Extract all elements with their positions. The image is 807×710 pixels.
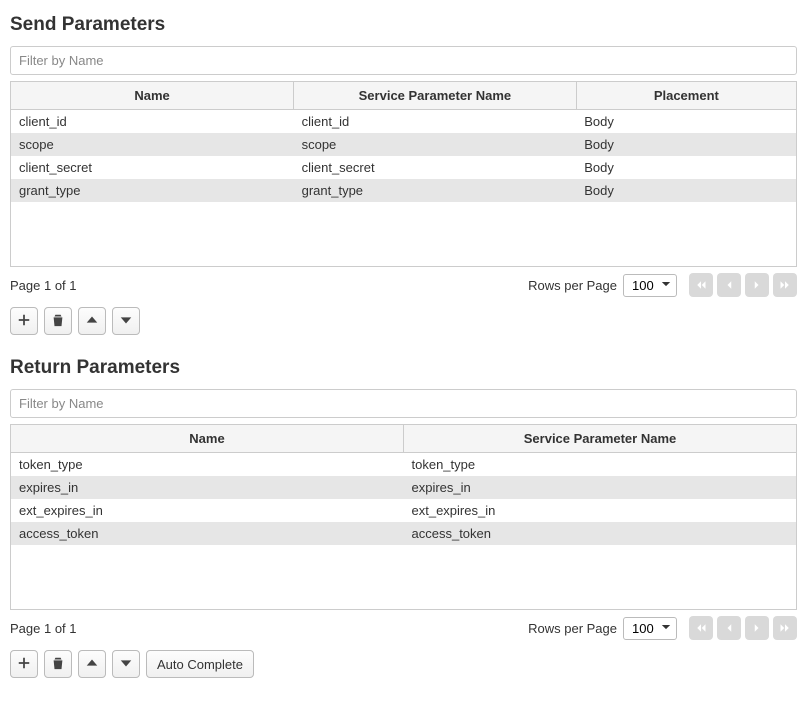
send-page-text: Page 1 of 1 xyxy=(10,278,77,293)
return-add-button[interactable] xyxy=(10,650,38,678)
send-delete-button[interactable] xyxy=(44,307,72,335)
cell-sp: client_secret xyxy=(294,156,577,179)
return-title: Return Parameters xyxy=(10,357,797,379)
cell-name: ext_expires_in xyxy=(11,499,404,522)
cell-name: grant_type xyxy=(11,179,294,202)
cell-name: scope xyxy=(11,133,294,156)
table-row[interactable]: access_tokenaccess_token xyxy=(11,522,796,545)
cell-name: access_token xyxy=(11,522,404,545)
return-rpp-select[interactable]: 100 xyxy=(623,617,677,640)
cell-sp: token_type xyxy=(404,453,797,477)
return-rpp-label: Rows per Page xyxy=(528,621,617,636)
cell-sp: grant_type xyxy=(294,179,577,202)
cell-place: Body xyxy=(576,133,796,156)
return-first-page-button[interactable] xyxy=(689,616,713,640)
return-parameters-section: Return Parameters Name Service Parameter… xyxy=(10,357,797,678)
return-next-page-button[interactable] xyxy=(745,616,769,640)
cell-sp: client_id xyxy=(294,110,577,134)
cell-place: Body xyxy=(576,110,796,134)
chevron-down-icon xyxy=(119,656,133,673)
return-pager: Rows per Page 100 xyxy=(528,616,797,640)
return-footer: Page 1 of 1 Rows per Page 100 xyxy=(10,616,797,640)
return-col-sp[interactable]: Service Parameter Name xyxy=(404,425,797,453)
send-table-wrap: Name Service Parameter Name Placement cl… xyxy=(10,81,797,267)
chevron-down-icon xyxy=(119,313,133,330)
return-filter-input[interactable] xyxy=(10,389,797,418)
return-delete-button[interactable] xyxy=(44,650,72,678)
table-row[interactable]: expires_inexpires_in xyxy=(11,476,796,499)
auto-complete-button[interactable]: Auto Complete xyxy=(146,650,254,678)
send-col-place[interactable]: Placement xyxy=(576,82,796,110)
return-page-text: Page 1 of 1 xyxy=(10,621,77,636)
chevron-up-icon xyxy=(85,656,99,673)
plus-icon xyxy=(17,656,31,673)
send-toolbar xyxy=(10,307,797,335)
return-table: Name Service Parameter Name token_typeto… xyxy=(11,425,796,545)
send-rpp-label: Rows per Page xyxy=(528,278,617,293)
table-row[interactable]: client_idclient_idBody xyxy=(11,110,796,134)
trash-icon xyxy=(51,656,65,673)
cell-place: Body xyxy=(576,179,796,202)
send-move-down-button[interactable] xyxy=(112,307,140,335)
send-next-page-button[interactable] xyxy=(745,273,769,297)
return-move-down-button[interactable] xyxy=(112,650,140,678)
cell-sp: ext_expires_in xyxy=(404,499,797,522)
send-prev-page-button[interactable] xyxy=(717,273,741,297)
plus-icon xyxy=(17,313,31,330)
trash-icon xyxy=(51,313,65,330)
send-rpp-select[interactable]: 100 xyxy=(623,274,677,297)
send-first-page-button[interactable] xyxy=(689,273,713,297)
cell-name: client_id xyxy=(11,110,294,134)
return-col-name[interactable]: Name xyxy=(11,425,404,453)
send-move-up-button[interactable] xyxy=(78,307,106,335)
return-toolbar: Auto Complete xyxy=(10,650,797,678)
table-row[interactable]: scopescopeBody xyxy=(11,133,796,156)
cell-sp: scope xyxy=(294,133,577,156)
return-prev-page-button[interactable] xyxy=(717,616,741,640)
send-footer: Page 1 of 1 Rows per Page 100 xyxy=(10,273,797,297)
table-row[interactable]: client_secretclient_secretBody xyxy=(11,156,796,179)
send-pager: Rows per Page 100 xyxy=(528,273,797,297)
return-move-up-button[interactable] xyxy=(78,650,106,678)
send-add-button[interactable] xyxy=(10,307,38,335)
cell-name: client_secret xyxy=(11,156,294,179)
cell-sp: access_token xyxy=(404,522,797,545)
chevron-up-icon xyxy=(85,313,99,330)
send-col-sp[interactable]: Service Parameter Name xyxy=(294,82,577,110)
cell-name: expires_in xyxy=(11,476,404,499)
send-title: Send Parameters xyxy=(10,14,797,36)
cell-name: token_type xyxy=(11,453,404,477)
return-table-wrap: Name Service Parameter Name token_typeto… xyxy=(10,424,797,610)
table-row[interactable]: grant_typegrant_typeBody xyxy=(11,179,796,202)
send-col-name[interactable]: Name xyxy=(11,82,294,110)
send-last-page-button[interactable] xyxy=(773,273,797,297)
send-header-row: Name Service Parameter Name Placement xyxy=(11,82,796,110)
return-header-row: Name Service Parameter Name xyxy=(11,425,796,453)
table-row[interactable]: ext_expires_inext_expires_in xyxy=(11,499,796,522)
return-last-page-button[interactable] xyxy=(773,616,797,640)
table-row[interactable]: token_typetoken_type xyxy=(11,453,796,477)
send-filter-input[interactable] xyxy=(10,46,797,75)
send-parameters-section: Send Parameters Name Service Parameter N… xyxy=(10,14,797,335)
cell-sp: expires_in xyxy=(404,476,797,499)
send-table: Name Service Parameter Name Placement cl… xyxy=(11,82,796,202)
cell-place: Body xyxy=(576,156,796,179)
